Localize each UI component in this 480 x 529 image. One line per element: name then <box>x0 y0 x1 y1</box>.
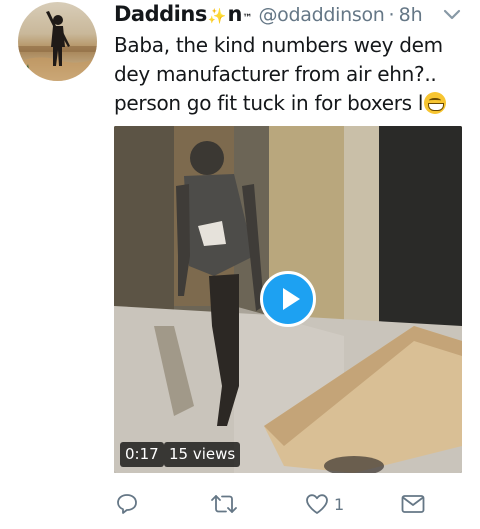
author-name-suffix[interactable]: n <box>228 2 243 26</box>
video-player[interactable]: 0:17 15 views <box>114 126 462 473</box>
separator-dot: · <box>388 4 395 26</box>
tweet-text-line: person go fit tuck in for boxers l <box>114 89 464 118</box>
sparkle-emoji-icon: ✨ <box>207 7 227 25</box>
author-handle[interactable]: @odaddinson <box>258 4 384 26</box>
envelope-icon <box>401 495 425 513</box>
author-avatar[interactable] <box>18 2 97 81</box>
retweet-button[interactable] <box>209 490 239 518</box>
heart-icon <box>306 494 328 514</box>
like-button[interactable]: 1 <box>304 490 344 518</box>
tweet-text-line: dey manufacturer from air ehn?.. <box>114 62 437 86</box>
tweet-header: Daddins ✨ n ™ @odaddinson · 8h <box>114 2 464 28</box>
reply-button[interactable] <box>115 490 139 518</box>
tweet-timestamp[interactable]: 8h <box>399 4 423 26</box>
author-name[interactable]: Daddins <box>114 2 207 26</box>
video-duration-badge: 0:17 <box>120 442 164 467</box>
video-views-badge: 15 views <box>164 442 241 467</box>
tweet-text-line: Baba, the kind numbers wey dem <box>114 33 443 57</box>
chevron-down-icon[interactable] <box>441 6 463 24</box>
retweet-icon <box>211 495 237 513</box>
trademark-mark: ™ <box>242 13 253 24</box>
tweet-text-line-text: person go fit tuck in for boxers l <box>114 91 424 115</box>
direct-message-button[interactable] <box>400 490 426 518</box>
avatar-silhouette <box>18 11 97 81</box>
grinning-emoji-icon <box>424 92 447 114</box>
tweet-actions: 1 <box>114 490 464 518</box>
reply-icon <box>117 494 137 514</box>
tweet-text: Baba, the kind numbers wey dem dey manuf… <box>114 31 464 118</box>
like-count: 1 <box>334 494 345 514</box>
play-button[interactable] <box>260 271 316 327</box>
